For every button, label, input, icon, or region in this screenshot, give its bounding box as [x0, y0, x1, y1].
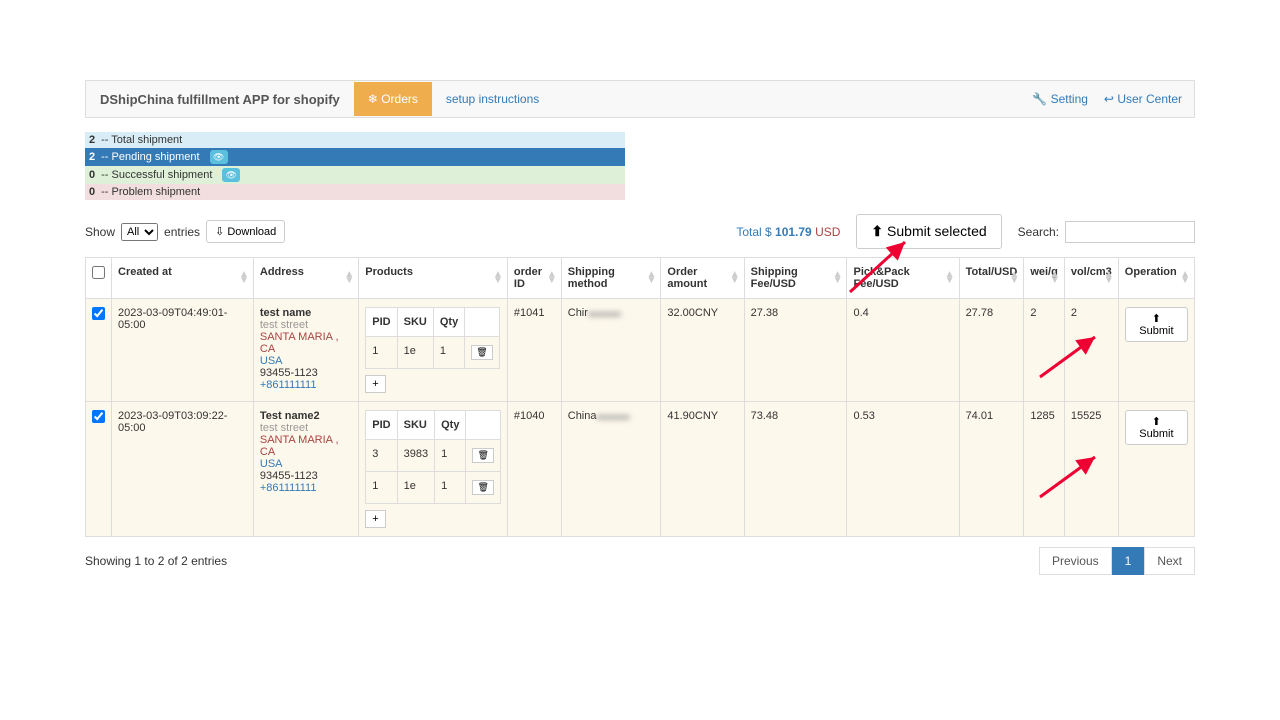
page-size-select[interactable]: All: [121, 223, 158, 241]
delete-product-button[interactable]: 🗑: [471, 345, 492, 360]
table-row: 2023-03-09T04:49:01-05:00 test name test…: [86, 299, 1195, 402]
app-header: DShipChina fulfillment APP for shopify ❄…: [85, 80, 1195, 118]
showing-text: Showing 1 to 2 of 2 entries: [85, 554, 227, 568]
cell-wei: 2: [1024, 299, 1065, 402]
link-user-center[interactable]: ↩ User Center: [1104, 92, 1182, 106]
cell-address: test name test street SANTA MARIA , CA U…: [253, 299, 358, 402]
table-footer: Showing 1 to 2 of 2 entries Previous 1 N…: [85, 547, 1195, 575]
table-row: 2023-03-09T03:09:22-05:00 Test name2 tes…: [86, 402, 1195, 537]
col-order-id[interactable]: order ID▲▼: [507, 258, 561, 299]
cell-products: PIDSKUQty339831🗑11e1🗑 +: [359, 402, 508, 537]
col-order-amount[interactable]: Order amount▲▼: [661, 258, 744, 299]
tab-setup-instructions[interactable]: setup instructions: [432, 82, 553, 116]
link-user-center-label: User Center: [1117, 92, 1182, 106]
sort-icon: ▲▼: [239, 272, 249, 284]
sort-icon: ▲▼: [646, 272, 656, 284]
sort-icon: ▲▼: [1180, 272, 1190, 284]
eye-icon[interactable]: 👁: [222, 168, 240, 182]
delete-product-button[interactable]: 🗑: [472, 448, 493, 463]
cell-shipping-method: China▬▬▬: [561, 402, 661, 537]
add-product-button[interactable]: +: [365, 510, 385, 528]
col-vol[interactable]: vol/cm3▲▼: [1064, 258, 1118, 299]
entries-label: entries: [164, 225, 200, 239]
sort-icon: ▲▼: [344, 272, 354, 284]
col-total[interactable]: Total/USD▲▼: [959, 258, 1024, 299]
show-label: Show: [85, 225, 115, 239]
cell-operation: ⬆ Submit: [1118, 402, 1194, 537]
cell-shipping-fee: 27.38: [744, 299, 847, 402]
total-usd: Total $ 101.79 USD: [736, 225, 840, 239]
sort-icon: ▲▼: [730, 272, 740, 284]
col-operation[interactable]: Operation▲▼: [1118, 258, 1194, 299]
col-address[interactable]: Address▲▼: [253, 258, 358, 299]
summary-total[interactable]: 2 -- Total shipment: [85, 132, 625, 148]
link-setting[interactable]: 🔧 Setting: [1032, 92, 1088, 106]
prev-page-button[interactable]: Previous: [1039, 547, 1112, 575]
submit-row-button[interactable]: ⬆ Submit: [1125, 307, 1188, 342]
cell-order-amount: 41.90CNY: [661, 402, 744, 537]
page-1-button[interactable]: 1: [1112, 547, 1145, 575]
row-checkbox[interactable]: [92, 410, 105, 423]
col-products[interactable]: Products▲▼: [359, 258, 508, 299]
cell-created-at: 2023-03-09T03:09:22-05:00: [112, 402, 254, 537]
cell-wei: 1285: [1024, 402, 1065, 537]
col-created-at[interactable]: Created at▲▼: [112, 258, 254, 299]
sort-icon: ▲▼: [1009, 272, 1019, 284]
tab-orders-label: Orders: [381, 92, 418, 106]
cell-operation: ⬆ Submit: [1118, 299, 1194, 402]
col-shipping-method[interactable]: Shipping method▲▼: [561, 258, 661, 299]
row-checkbox[interactable]: [92, 307, 105, 320]
cell-order-amount: 32.00CNY: [661, 299, 744, 402]
link-setting-label: Setting: [1051, 92, 1088, 106]
sort-icon: ▲▼: [833, 272, 843, 284]
search-label: Search:: [1018, 225, 1059, 239]
add-product-button[interactable]: +: [365, 375, 385, 393]
cell-vol: 15525: [1064, 402, 1118, 537]
summary-success[interactable]: 0 -- Successful shipment👁: [85, 166, 625, 184]
cell-created-at: 2023-03-09T04:49:01-05:00: [112, 299, 254, 402]
cell-total: 27.78: [959, 299, 1024, 402]
cell-shipping-method: Chir▬▬▬: [561, 299, 661, 402]
download-button[interactable]: ⇩ Download: [206, 220, 285, 243]
shipment-summary: 2 -- Total shipment 2 -- Pending shipmen…: [85, 132, 625, 200]
summary-problem[interactable]: 0 -- Problem shipment: [85, 184, 625, 200]
submit-selected-button[interactable]: ⬆ Submit selected: [856, 214, 1001, 249]
search-input[interactable]: [1065, 221, 1195, 243]
cell-pickpack: 0.53: [847, 402, 959, 537]
cell-products: PIDSKUQty11e1🗑 +: [359, 299, 508, 402]
orders-table: Created at▲▼ Address▲▼ Products▲▼ order …: [85, 257, 1195, 537]
col-wei[interactable]: wei/g▲▼: [1024, 258, 1065, 299]
table-controls: Show All entries ⇩ Download Total $ 101.…: [85, 214, 1195, 249]
cell-total: 74.01: [959, 402, 1024, 537]
tab-orders[interactable]: ❄ Orders: [354, 82, 432, 116]
summary-pending[interactable]: 2 -- Pending shipment👁: [85, 148, 625, 166]
cell-vol: 2: [1064, 299, 1118, 402]
delete-product-button[interactable]: 🗑: [472, 480, 493, 495]
next-page-button[interactable]: Next: [1144, 547, 1195, 575]
eye-icon[interactable]: 👁: [210, 150, 228, 164]
sort-icon: ▲▼: [945, 272, 955, 284]
sort-icon: ▲▼: [1104, 272, 1114, 284]
sort-icon: ▲▼: [1050, 272, 1060, 284]
col-shipping-fee[interactable]: Shipping Fee/USD▲▼: [744, 258, 847, 299]
sort-icon: ▲▼: [547, 272, 557, 284]
cell-shipping-fee: 73.48: [744, 402, 847, 537]
app-title: DShipChina fulfillment APP for shopify: [86, 92, 354, 107]
select-all-checkbox[interactable]: [92, 266, 105, 279]
cell-order-id: #1040: [507, 402, 561, 537]
submit-row-button[interactable]: ⬆ Submit: [1125, 410, 1188, 445]
cell-order-id: #1041: [507, 299, 561, 402]
cell-pickpack: 0.4: [847, 299, 959, 402]
cell-address: Test name2 test street SANTA MARIA , CA …: [253, 402, 358, 537]
col-pickpack[interactable]: Pick&Pack Fee/USD▲▼: [847, 258, 959, 299]
sort-icon: ▲▼: [493, 272, 503, 284]
